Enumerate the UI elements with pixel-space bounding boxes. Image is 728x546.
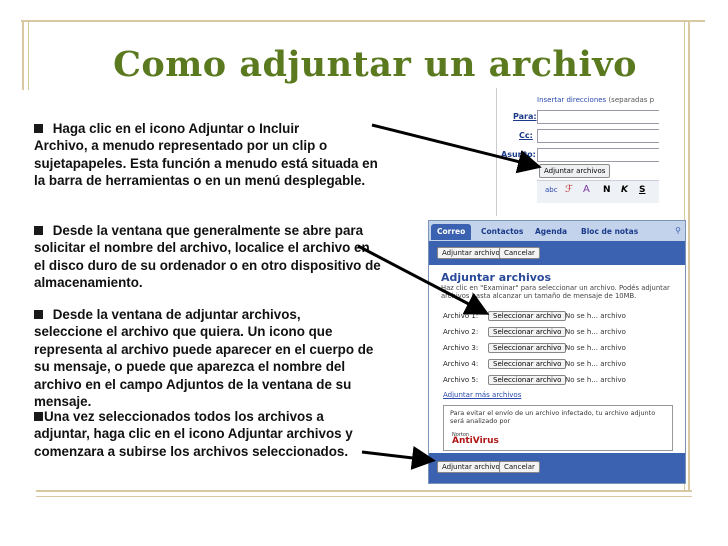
arrow-3 — [361, 445, 436, 470]
arrow-2 — [357, 244, 490, 315]
pointer-arrows — [357, 123, 542, 470]
arrow-1 — [371, 123, 542, 174]
